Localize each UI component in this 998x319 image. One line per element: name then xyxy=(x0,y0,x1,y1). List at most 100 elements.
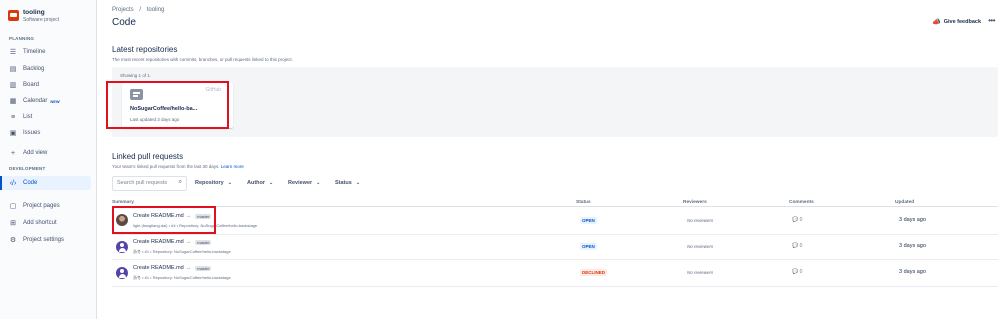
branch-badge: master xyxy=(195,239,212,245)
project-type: Software project xyxy=(23,17,60,23)
updated: 3 days ago xyxy=(899,243,926,249)
search-placeholder: Search pull requests xyxy=(117,180,168,186)
sidebar-item-label: Calendar xyxy=(23,98,48,104)
table-header-divider xyxy=(112,206,998,207)
sidebar-item-label: Board xyxy=(23,82,40,88)
sidebar-item-label: Timeline xyxy=(23,49,46,55)
board-icon: ▥ xyxy=(9,82,17,89)
sidebar-item-board[interactable]: ▥ Board xyxy=(0,78,91,92)
sidebar-item-label: Add shortcut xyxy=(23,220,57,226)
latest-repositories-subheading: The most recent repositories with commit… xyxy=(112,57,293,62)
comments: 💬 0 xyxy=(792,269,802,275)
issues-icon: ▣ xyxy=(9,130,17,137)
comment-icon: 💬 xyxy=(792,269,799,275)
status-badge: OPEN xyxy=(580,243,597,250)
avatar xyxy=(116,241,128,253)
column-updated[interactable]: Updated xyxy=(895,200,914,205)
sidebar-item-label: Code xyxy=(23,180,38,186)
megaphone-icon: 📣 xyxy=(931,19,941,26)
plus-icon: + xyxy=(10,149,16,157)
column-summary: Summary xyxy=(112,200,134,205)
sidebar-item-label: Backlog xyxy=(23,66,45,72)
status-badge: DECLINED xyxy=(580,269,608,276)
breadcrumb-separator: / xyxy=(139,7,142,13)
sidebar-item-timeline[interactable]: ☰ Timeline xyxy=(0,45,91,59)
sidebar-item-add-view[interactable]: + Add view xyxy=(0,146,91,160)
sidebar-item-project-settings[interactable]: ⚙ Project settings xyxy=(0,233,91,247)
gear-icon: ⚙ xyxy=(9,237,17,244)
filter-label: Author xyxy=(247,180,266,186)
comment-icon: 💬 xyxy=(792,217,799,223)
pr-meta: 浙冬 • #1 • Repository: NoSugarCoffee/hell… xyxy=(133,249,231,254)
chevron-down-icon: ⌄ xyxy=(355,180,361,186)
project-name: tooling xyxy=(23,9,45,16)
planning-section-label: PLANNING xyxy=(9,36,35,41)
timeline-icon: ☰ xyxy=(9,49,17,56)
pr-title-text: Create README.md xyxy=(133,239,184,245)
avatar xyxy=(116,267,128,279)
breadcrumb-tooling[interactable]: tooling xyxy=(147,7,165,13)
comments: 💬 0 xyxy=(792,217,802,223)
column-status[interactable]: Status xyxy=(576,200,591,205)
search-input[interactable]: Search pull requests ⌕ xyxy=(112,176,187,191)
filter-status[interactable]: Status ⌄ xyxy=(335,180,360,186)
sidebar-item-label: Project pages xyxy=(23,203,60,209)
highlight-box xyxy=(112,206,216,234)
sidebar: tooling Software project PLANNING ☰ Time… xyxy=(0,0,97,319)
pr-meta: 浙冬 • #1 • Repository: NoSugarCoffee/hell… xyxy=(133,275,231,280)
main-content: Projects / tooling Code 📣 Give feedback … xyxy=(97,0,998,319)
sidebar-item-issues[interactable]: ▣ Issues xyxy=(0,126,91,140)
sidebar-item-add-shortcut[interactable]: ⊞ Add shortcut xyxy=(0,216,91,230)
comment-count: 0 xyxy=(799,243,803,249)
filter-label: Repository xyxy=(195,180,224,186)
comments: 💬 0 xyxy=(792,243,802,249)
chevron-down-icon: ⌄ xyxy=(227,180,232,186)
filter-label: Status xyxy=(335,180,352,186)
linked-pull-requests-subheading: Your team's linked pull requests from th… xyxy=(112,164,244,169)
development-section-label: DEVELOPMENT xyxy=(9,166,46,171)
latest-repositories-heading: Latest repositories xyxy=(112,45,178,54)
comment-icon: 💬 xyxy=(792,243,799,249)
sidebar-item-project-pages[interactable]: ▢ Project pages xyxy=(0,199,91,213)
row-divider xyxy=(112,234,998,235)
filter-reviewer[interactable]: Reviewer ⌄ xyxy=(288,180,320,186)
pr-title[interactable]: Create README.md → master xyxy=(133,239,212,245)
linked-pull-requests-heading: Linked pull requests xyxy=(112,152,184,161)
breadcrumb-projects[interactable]: Projects xyxy=(112,7,134,13)
reviewers: No reviewers xyxy=(687,218,714,223)
chevron-down-icon: ⌄ xyxy=(316,180,321,186)
showing-count: Showing 1 of 1. xyxy=(120,73,152,78)
linked-pull-requests-desc: Your team's linked pull requests from th… xyxy=(112,164,220,169)
reviewers: No reviewers xyxy=(687,270,714,275)
arrow-right-icon: → xyxy=(185,239,192,245)
sidebar-item-list[interactable]: ≡ List xyxy=(0,110,91,124)
give-feedback-button[interactable]: 📣 Give feedback xyxy=(932,18,981,26)
column-reviewers[interactable]: Reviewers xyxy=(683,200,707,205)
code-icon: ‹/› xyxy=(9,179,17,187)
pr-title[interactable]: Create README.md → master xyxy=(133,265,212,271)
breadcrumb: Projects / tooling xyxy=(112,7,168,13)
learn-more-link[interactable]: Learn more xyxy=(221,164,244,169)
calendar-icon: ▦ xyxy=(9,98,17,105)
pr-title-text: Create README.md xyxy=(133,265,184,271)
filter-repository[interactable]: Repository ⌄ xyxy=(195,180,232,186)
search-icon: ⌕ xyxy=(178,179,182,185)
project-avatar xyxy=(8,10,19,21)
updated: 3 days ago xyxy=(899,217,926,223)
repositories-panel: Showing 1 of 1. GitHub NoSugarCoffee/hel… xyxy=(112,67,998,137)
row-divider xyxy=(112,286,998,287)
give-feedback-label: Give feedback xyxy=(943,19,981,25)
chevron-down-icon: ⌄ xyxy=(269,180,274,186)
sidebar-item-label: List xyxy=(23,114,33,120)
sidebar-item-calendar[interactable]: ▦ Calendar NEW xyxy=(0,94,91,108)
status-badge: OPEN xyxy=(580,217,597,224)
project-header[interactable]: tooling Software project xyxy=(0,0,96,24)
sidebar-item-code[interactable]: ‹/› Code xyxy=(0,176,91,190)
reviewers: No reviewers xyxy=(687,244,714,249)
column-comments[interactable]: Comments xyxy=(789,200,814,205)
pages-icon: ▢ xyxy=(9,203,17,210)
sidebar-item-backlog[interactable]: ▤ Backlog xyxy=(0,62,91,76)
filter-author[interactable]: Author ⌄ xyxy=(247,180,273,186)
sidebar-item-label: Add view xyxy=(23,150,48,156)
more-actions-button[interactable]: ••• xyxy=(988,16,995,25)
